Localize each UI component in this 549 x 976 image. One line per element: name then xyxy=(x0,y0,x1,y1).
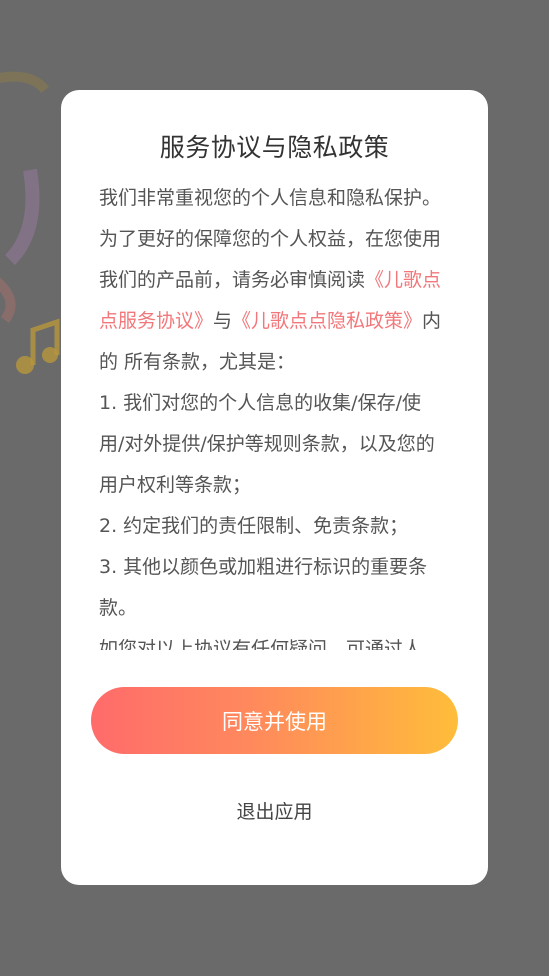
agreement-item-1: 1. 我们对您的个人信息的收集/保存/使用/对外提供/保护等规则条款，以及您的用… xyxy=(99,392,435,496)
agreement-scroll-area[interactable]: 我们非常重视您的个人信息和隐私保护。为了更好的保障您的个人权益，在您使用我们的产… xyxy=(99,178,444,650)
privacy-policy-link[interactable]: 《儿歌点点隐私政策》 xyxy=(232,310,422,332)
agreement-text: 我们非常重视您的个人信息和隐私保护。为了更好的保障您的个人权益，在您使用我们的产… xyxy=(99,178,444,650)
agreement-intro-paragraph: 我们非常重视您的个人信息和隐私保护。为了更好的保障您的个人权益，在您使用我们的产… xyxy=(99,178,444,383)
dialog-title: 服务协议与隐私政策 xyxy=(159,133,390,162)
agree-and-use-button[interactable]: 同意并使用 xyxy=(91,687,458,754)
agreement-item-2: 2. 约定我们的责任限制、免责条款； xyxy=(99,515,409,537)
and-text: 与 xyxy=(213,310,233,332)
exit-app-button[interactable]: 退出应用 xyxy=(61,797,488,824)
agreement-item-4: 如您对以上协议有任何疑问，可通过人 xyxy=(99,638,423,650)
privacy-dialog: 服务协议与隐私政策 我们非常重视您的个人信息和隐私保护。为了更好的保障您的个人权… xyxy=(61,90,488,885)
agreement-item-3: 3. 其他以颜色或加粗进行标识的重要条款。 xyxy=(99,556,428,619)
